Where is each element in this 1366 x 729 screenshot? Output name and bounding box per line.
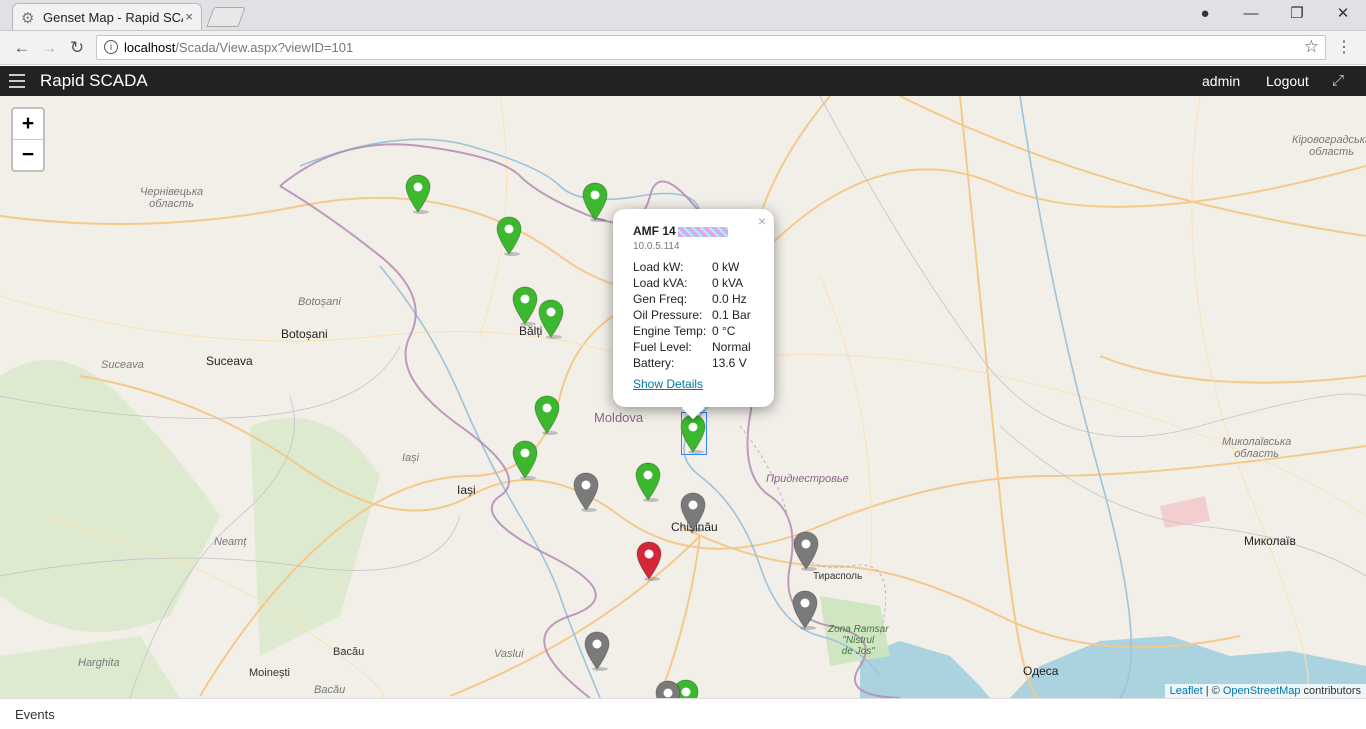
map-marker-green[interactable] xyxy=(534,395,560,435)
bookmark-star-icon[interactable]: ☆ xyxy=(1304,37,1319,57)
map-label: Миколаїв xyxy=(1244,534,1296,548)
map-label: Iași xyxy=(402,452,420,464)
popup-row: Engine Temp: 0 °C xyxy=(633,324,736,338)
map-label: Одеса xyxy=(1023,664,1059,678)
hamburger-menu-icon[interactable] xyxy=(9,74,25,88)
restore-icon[interactable]: ❐ xyxy=(1287,4,1307,24)
map-marker-green[interactable] xyxy=(512,440,538,480)
redacted-text xyxy=(677,226,728,237)
map-attribution: Leaflet | © OpenStreetMap contributors xyxy=(1164,684,1366,698)
map-marker-green[interactable] xyxy=(582,182,608,222)
events-label: Events xyxy=(15,707,55,722)
map-label: Neamț xyxy=(214,536,247,548)
map-marker-grey[interactable] xyxy=(680,492,706,532)
popup-row: Battery: 13.6 V xyxy=(633,356,747,370)
popup-row: Fuel Level: Normal xyxy=(633,340,751,354)
map-label: Bacău xyxy=(333,646,365,658)
fullscreen-icon[interactable]: ⤢ xyxy=(1332,72,1344,89)
map-marker-green[interactable] xyxy=(512,286,538,326)
info-icon[interactable]: i xyxy=(104,40,118,54)
back-arrow-icon[interactable]: ← xyxy=(11,37,33,59)
map-marker-grey[interactable] xyxy=(792,590,818,630)
zoom-out-button[interactable]: − xyxy=(13,140,43,170)
map-label: Zona Ramsar "Nistrul de Jos" xyxy=(828,624,889,657)
tab-close-button[interactable]: × xyxy=(185,9,193,24)
map-label: Botoșani xyxy=(298,296,341,308)
map-label: Moldova xyxy=(594,410,644,425)
map-label: Vaslui xyxy=(494,648,524,660)
user-link[interactable]: admin xyxy=(1202,73,1240,89)
browser-toolbar: ← → ↻ i localhost/Scada/View.aspx?viewID… xyxy=(0,31,1366,65)
map-marker-grey[interactable] xyxy=(655,680,681,698)
gear-icon: ⚙ xyxy=(21,10,35,27)
osm-link[interactable]: OpenStreetMap xyxy=(1223,685,1301,697)
account-icon[interactable]: ● xyxy=(1195,4,1215,24)
popup-row: Oil Pressure: 0.1 Bar xyxy=(633,308,751,322)
url-text[interactable]: localhost/Scada/View.aspx?viewID=101 xyxy=(124,40,353,55)
map-marker-green[interactable] xyxy=(405,174,431,214)
address-bar[interactable]: i localhost/Scada/View.aspx?viewID=101 ☆ xyxy=(96,35,1326,60)
app-brand[interactable]: Rapid SCADA xyxy=(40,71,148,91)
popup-title: AMF 14 xyxy=(633,224,728,238)
selected-marker-highlight xyxy=(681,412,707,455)
genset-popup: × AMF 14 10.0.5.114 Load kW: 0 kW Load kV… xyxy=(613,209,774,420)
map-view[interactable]: + − Чернівецька область Кіровоградська о… xyxy=(0,96,1366,698)
map-marker-grey[interactable] xyxy=(793,531,819,571)
leaflet-link[interactable]: Leaflet xyxy=(1170,685,1203,697)
zoom-in-button[interactable]: + xyxy=(13,109,43,140)
window-close-icon[interactable]: ✕ xyxy=(1333,4,1353,24)
map-marker-green[interactable] xyxy=(538,299,564,339)
popup-row: Load kW: 0 kW xyxy=(633,260,740,274)
popup-row: Gen Freq: 0.0 Hz xyxy=(633,292,747,306)
map-marker-green[interactable] xyxy=(496,216,522,256)
minimize-icon[interactable]: — xyxy=(1241,4,1261,24)
popup-row: Load kVA: 0 kVA xyxy=(633,276,744,290)
forward-arrow-icon[interactable]: → xyxy=(38,37,60,59)
map-marker-green[interactable] xyxy=(635,462,661,502)
map-label: Botoșani xyxy=(281,327,328,341)
new-tab-button[interactable] xyxy=(206,7,246,27)
show-details-link[interactable]: Show Details xyxy=(633,377,703,391)
map-marker-red[interactable] xyxy=(636,541,662,581)
map-label: Чернівецька область xyxy=(140,186,204,210)
popup-ip: 10.0.5.114 xyxy=(633,241,680,252)
map-label: Iași xyxy=(457,483,476,497)
map-label: Кіровоградська область xyxy=(1292,134,1366,158)
map-marker-grey[interactable] xyxy=(584,631,610,671)
browser-tabstrip: ⚙ Genset Map - Rapid SCADA × ● — ❐ ✕ xyxy=(0,0,1366,31)
map-marker-grey[interactable] xyxy=(573,472,599,512)
browser-tab[interactable]: ⚙ Genset Map - Rapid SCADA × xyxy=(12,3,202,30)
map-label: Moinești xyxy=(249,667,290,679)
browser-menu-icon[interactable]: ⋮ xyxy=(1336,37,1352,57)
map-label: Приднестровье xyxy=(766,473,849,485)
events-panel[interactable]: Events xyxy=(0,698,1366,729)
map-label: Suceava xyxy=(101,359,144,371)
map-label: Suceava xyxy=(206,354,253,368)
map-label: Миколаївська область xyxy=(1222,436,1292,460)
zoom-control: + − xyxy=(11,107,45,172)
popup-close-button[interactable]: × xyxy=(758,213,766,229)
map-label: Harghita xyxy=(78,657,120,669)
logout-link[interactable]: Logout xyxy=(1266,73,1309,89)
tab-title: Genset Map - Rapid SCADA xyxy=(43,10,183,25)
map-label: Bacău xyxy=(314,684,346,696)
app-navbar: Rapid SCADA admin Logout ⤢ xyxy=(0,66,1366,96)
map-label: Тирасполь xyxy=(813,571,863,582)
reload-icon[interactable]: ↻ xyxy=(66,37,88,59)
